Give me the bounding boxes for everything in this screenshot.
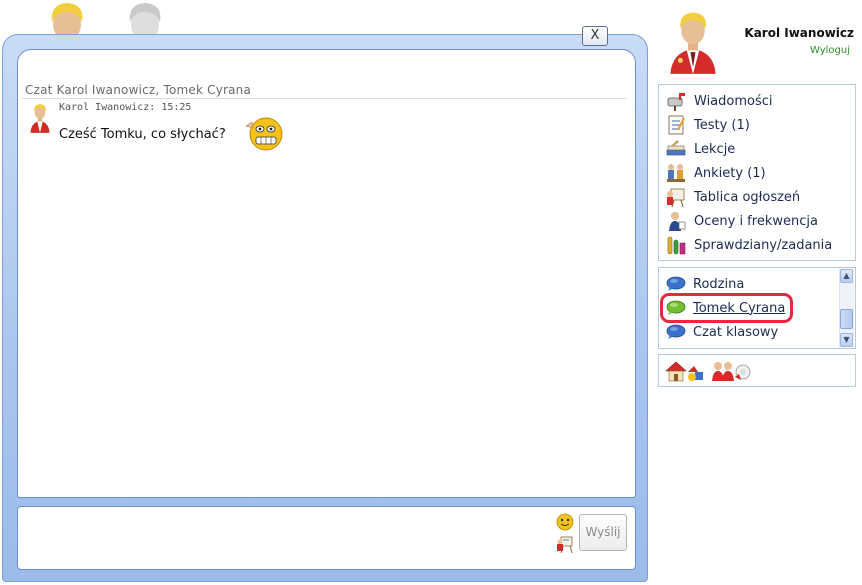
grinning-smiley-icon (244, 114, 284, 156)
chat-title: Czat Karol Iwanowicz, Tomek Cyrana (25, 83, 252, 97)
message-input[interactable]: Wyślij (17, 506, 636, 570)
emoticon-picker-icon[interactable] (556, 513, 574, 535)
lesson-books-icon (665, 138, 687, 160)
user-name: Karol Iwanowicz (744, 26, 854, 40)
close-chat-button[interactable]: X (582, 26, 608, 46)
menu-item-lekcje[interactable]: Lekcje (665, 138, 735, 160)
menu-item-label: Testy (1) (694, 117, 750, 133)
menu-item-wiadomosci[interactable]: Wiadomości (665, 90, 773, 112)
room-label: Tomek Cyrana (693, 300, 786, 316)
current-user-avatar (667, 10, 719, 74)
room-item-czat-klasowy[interactable]: Czat klasowy (665, 321, 778, 343)
scroll-down-icon[interactable]: ▼ (840, 333, 853, 347)
menu-item-testy[interactable]: Testy (1) (665, 114, 750, 136)
menu-item-label: Tablica ogłoszeń (694, 189, 801, 205)
menu-item-ankiety[interactable]: Ankiety (1) (665, 162, 766, 184)
menu-item-label: Lekcje (694, 141, 736, 157)
chat-window: X Czat Karol Iwanowicz, Tomek Cyrana Kar… (2, 26, 648, 582)
room-label: Rodzina (693, 276, 745, 292)
shapes-icon[interactable] (686, 364, 706, 386)
menu-item-label: Ankiety (1) (694, 165, 766, 181)
menu-item-sprawdziany[interactable]: Sprawdziany/zadania (665, 234, 832, 256)
menu-item-tablica[interactable]: Tablica ogłoszeń (665, 186, 800, 208)
survey-people-icon (665, 162, 687, 184)
grades-icon (665, 210, 687, 232)
chat-bubble-icon (665, 274, 687, 294)
send-button[interactable]: Wyślij (579, 514, 627, 551)
title-divider (22, 98, 627, 99)
logout-link[interactable]: Wyloguj (810, 45, 850, 56)
chat-bubble-active-icon (665, 298, 687, 318)
room-label: Czat klasowy (693, 324, 779, 340)
scroll-thumb[interactable] (840, 309, 853, 329)
main-menu: Wiadomości Testy (1) Lekcje Ankiety (1) … (658, 84, 856, 261)
rooms-scrollbar[interactable]: ▲ ▼ (839, 269, 854, 347)
tools-bar (658, 354, 856, 387)
message-author-time: Karol Iwanowicz: 15:25 (59, 102, 192, 113)
notice-board-icon (665, 186, 687, 208)
message-author-avatar (29, 103, 51, 137)
room-item-rodzina[interactable]: Rodzina (665, 273, 744, 295)
room-item-tomek-cyrana[interactable]: Tomek Cyrana (665, 297, 785, 319)
menu-item-oceny[interactable]: Oceny i frekwencja (665, 210, 818, 232)
message-area[interactable]: Czat Karol Iwanowicz, Tomek Cyrana Karol… (17, 49, 636, 498)
menu-item-label: Oceny i frekwencja (694, 213, 818, 229)
mailbox-icon (665, 90, 687, 112)
chat-rooms-list: Rodzina Tomek Cyrana Czat klasowy ▲ ▼ (658, 267, 856, 349)
home-icon[interactable] (664, 360, 688, 386)
scroll-up-icon[interactable]: ▲ (840, 269, 853, 283)
menu-item-label: Wiadomości (694, 93, 773, 109)
lab-flasks-icon (665, 234, 687, 256)
people-icon[interactable] (711, 360, 753, 386)
attach-board-icon[interactable] (556, 534, 574, 558)
chat-bubble-icon (665, 322, 687, 342)
message-text: Cześć Tomku, co słychać? (59, 127, 226, 142)
menu-item-label: Sprawdziany/zadania (694, 237, 833, 253)
test-sheet-icon (665, 114, 687, 136)
